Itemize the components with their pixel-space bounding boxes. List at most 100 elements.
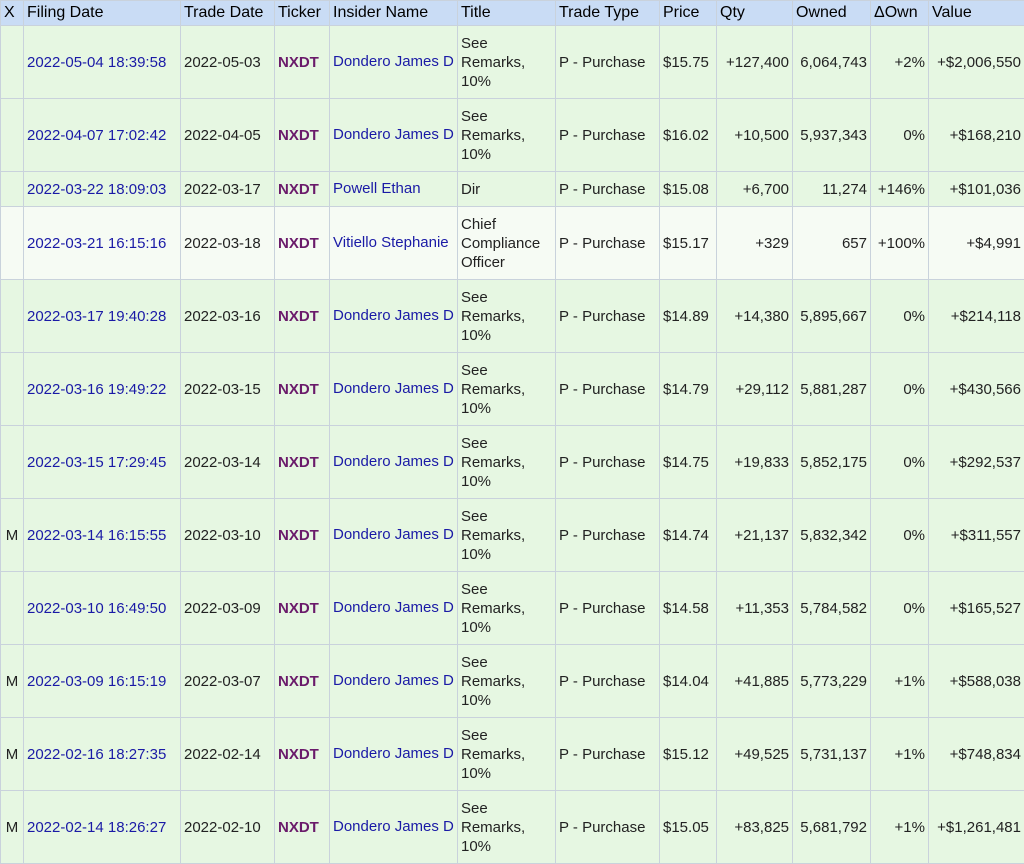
- owned-cell: 5,731,137: [793, 718, 871, 791]
- insider-name-link[interactable]: Dondero James D: [333, 673, 454, 690]
- col-filing-date[interactable]: Filing Date: [24, 1, 181, 26]
- insider-name-link[interactable]: Dondero James D: [333, 308, 454, 325]
- col-owned[interactable]: Owned: [793, 1, 871, 26]
- filing-date-link[interactable]: 2022-03-10 16:49:50: [27, 600, 166, 617]
- filing-date-link[interactable]: 2022-04-07 17:02:42: [27, 127, 166, 144]
- price-cell: $14.74: [660, 499, 717, 572]
- table-row[interactable]: 2022-05-04 18:39:582022-05-03NXDTDondero…: [1, 26, 1024, 99]
- insider-name-link[interactable]: Dondero James D: [333, 454, 454, 471]
- table-row[interactable]: 2022-03-16 19:49:222022-03-15NXDTDondero…: [1, 353, 1024, 426]
- col-price[interactable]: Price: [660, 1, 717, 26]
- value: +$168,210: [950, 127, 1021, 144]
- col-delta-own[interactable]: ΔOwn: [871, 1, 929, 26]
- ticker-link[interactable]: NXDT: [278, 819, 319, 836]
- qty: +127,400: [726, 54, 789, 71]
- trade-type-cell: P - Purchase: [556, 26, 660, 99]
- delta-own-cell: +1%: [871, 645, 929, 718]
- table-row[interactable]: M2022-02-16 18:27:352022-02-14NXDTDonder…: [1, 718, 1024, 791]
- ticker-link[interactable]: NXDT: [278, 127, 319, 144]
- table-row[interactable]: 2022-04-07 17:02:422022-04-05NXDTDondero…: [1, 99, 1024, 172]
- price-cell: $16.02: [660, 99, 717, 172]
- table-row[interactable]: 2022-03-22 18:09:03 2022-03-17NXDT Powell …: [1, 172, 1024, 207]
- table-row[interactable]: M2022-03-09 16:15:192022-03-07NXDTDonder…: [1, 645, 1024, 718]
- owned-cell: 5,832,342: [793, 499, 871, 572]
- ticker-link[interactable]: NXDT: [278, 673, 319, 690]
- insider-name-link[interactable]: Dondero James D: [333, 381, 454, 398]
- ticker-link[interactable]: NXDT: [278, 746, 319, 763]
- table-row[interactable]: 2022-03-21 16:15:162022-03-18NXDTVitiell…: [1, 207, 1024, 280]
- insider-name-link[interactable]: Dondero James D: [333, 746, 454, 763]
- col-x[interactable]: X: [1, 1, 24, 26]
- filing-date-link[interactable]: 2022-03-17 19:40:28: [27, 308, 166, 325]
- insider-name-link[interactable]: Powell Ethan: [333, 181, 421, 198]
- insider-name-link[interactable]: Vitiello Stephanie: [333, 235, 449, 252]
- owned-cell: 5,852,175: [793, 426, 871, 499]
- ticker-link[interactable]: NXDT: [278, 235, 319, 252]
- ticker-link-cell: NXDT: [275, 718, 330, 791]
- trade-date-cell: 2022-03-17: [181, 172, 275, 207]
- trade-date-cell: 2022-03-14: [181, 426, 275, 499]
- filing-date-link[interactable]: 2022-05-04 18:39:58: [27, 54, 166, 71]
- insider-name-link-cell: Dondero James D: [330, 572, 458, 645]
- trade-date-cell: 2022-03-09: [181, 572, 275, 645]
- insider-title-cell: See Remarks, 10%: [458, 353, 556, 426]
- col-title[interactable]: Title: [458, 1, 556, 26]
- price: $15.12: [663, 746, 709, 763]
- trade-date-cell: 2022-02-10: [181, 791, 275, 864]
- ticker-link[interactable]: NXDT: [278, 454, 319, 471]
- ticker-link-cell: NXDT: [275, 353, 330, 426]
- value: +$101,036: [950, 181, 1021, 198]
- col-qty[interactable]: Qty: [717, 1, 793, 26]
- ticker-link[interactable]: NXDT: [278, 381, 319, 398]
- ticker-link[interactable]: NXDT: [278, 308, 319, 325]
- owned: 657: [842, 235, 867, 252]
- price-cell: $14.79: [660, 353, 717, 426]
- col-insider-name[interactable]: Insider Name: [330, 1, 458, 26]
- filing-date-link-cell: 2022-02-16 18:27:35: [24, 718, 181, 791]
- col-ticker[interactable]: Ticker: [275, 1, 330, 26]
- filing-date-link[interactable]: 2022-03-14 16:15:55: [27, 527, 166, 544]
- insider-title: See Remarks, 10%: [461, 108, 525, 163]
- filing-date-link[interactable]: 2022-03-21 16:15:16: [27, 235, 166, 252]
- filing-date-link[interactable]: 2022-03-16 19:49:22: [27, 381, 166, 398]
- insider-name-link[interactable]: Dondero James D: [333, 600, 454, 617]
- insider-name-link[interactable]: Dondero James D: [333, 127, 454, 144]
- insider-name-link[interactable]: Dondero James D: [333, 819, 454, 836]
- trade-date-cell: 2022-02-14: [181, 718, 275, 791]
- filing-date-link[interactable]: 2022-03-15 17:29:45: [27, 454, 166, 471]
- table-row[interactable]: 2022-03-10 16:49:50 2022-03-09NXDT Dondero…: [1, 572, 1024, 645]
- insider-name-link[interactable]: Dondero James D: [333, 527, 454, 544]
- table-row[interactable]: 2022-03-17 19:40:282022-03-16NXDTDondero…: [1, 280, 1024, 353]
- qty: +21,137: [734, 527, 789, 544]
- trade-type-cell: P - Purchase: [556, 718, 660, 791]
- filing-date-link[interactable]: 2022-03-22 18:09:03: [27, 181, 166, 198]
- table-row[interactable]: 2022-03-15 17:29:45 2022-03-14NXDT Dondero…: [1, 426, 1024, 499]
- ticker-link[interactable]: NXDT: [278, 527, 319, 544]
- insider-flag-cell: [1, 26, 24, 99]
- col-trade-type[interactable]: Trade Type: [556, 1, 660, 26]
- trade-type: P - Purchase: [559, 381, 645, 398]
- insider-title-cell: See Remarks, 10%: [458, 426, 556, 499]
- ticker-link[interactable]: NXDT: [278, 54, 319, 71]
- insider-title-cell: Dir: [458, 172, 556, 207]
- filing-date-link-cell: 2022-03-09 16:15:19: [24, 645, 181, 718]
- owned: 5,773,229: [800, 673, 867, 690]
- ticker-link[interactable]: NXDT: [278, 600, 319, 617]
- trade-date: 2022-03-07: [184, 673, 261, 690]
- filing-date-link[interactable]: 2022-02-16 18:27:35: [27, 746, 166, 763]
- col-trade-date[interactable]: Trade Date: [181, 1, 275, 26]
- filing-date-link[interactable]: 2022-02-14 18:26:27: [27, 819, 166, 836]
- col-value[interactable]: Value: [929, 1, 1024, 26]
- trade-type: P - Purchase: [559, 127, 645, 144]
- price-cell: $15.17: [660, 207, 717, 280]
- table-row[interactable]: M2022-02-14 18:26:272022-02-10NXDTDonder…: [1, 791, 1024, 864]
- price: $14.58: [663, 600, 709, 617]
- value: +$2,006,550: [937, 54, 1021, 71]
- filing-date-link[interactable]: 2022-03-09 16:15:19: [27, 673, 166, 690]
- ticker-link-cell: NXDT: [275, 172, 330, 207]
- value-cell: +$165,527: [929, 572, 1024, 645]
- ticker-link[interactable]: NXDT: [278, 181, 319, 198]
- insider-name-link[interactable]: Dondero James D: [333, 54, 454, 71]
- table-row[interactable]: M2022-03-14 16:15:552022-03-10NXDTDonder…: [1, 499, 1024, 572]
- insider-name-link-cell: Dondero James D: [330, 499, 458, 572]
